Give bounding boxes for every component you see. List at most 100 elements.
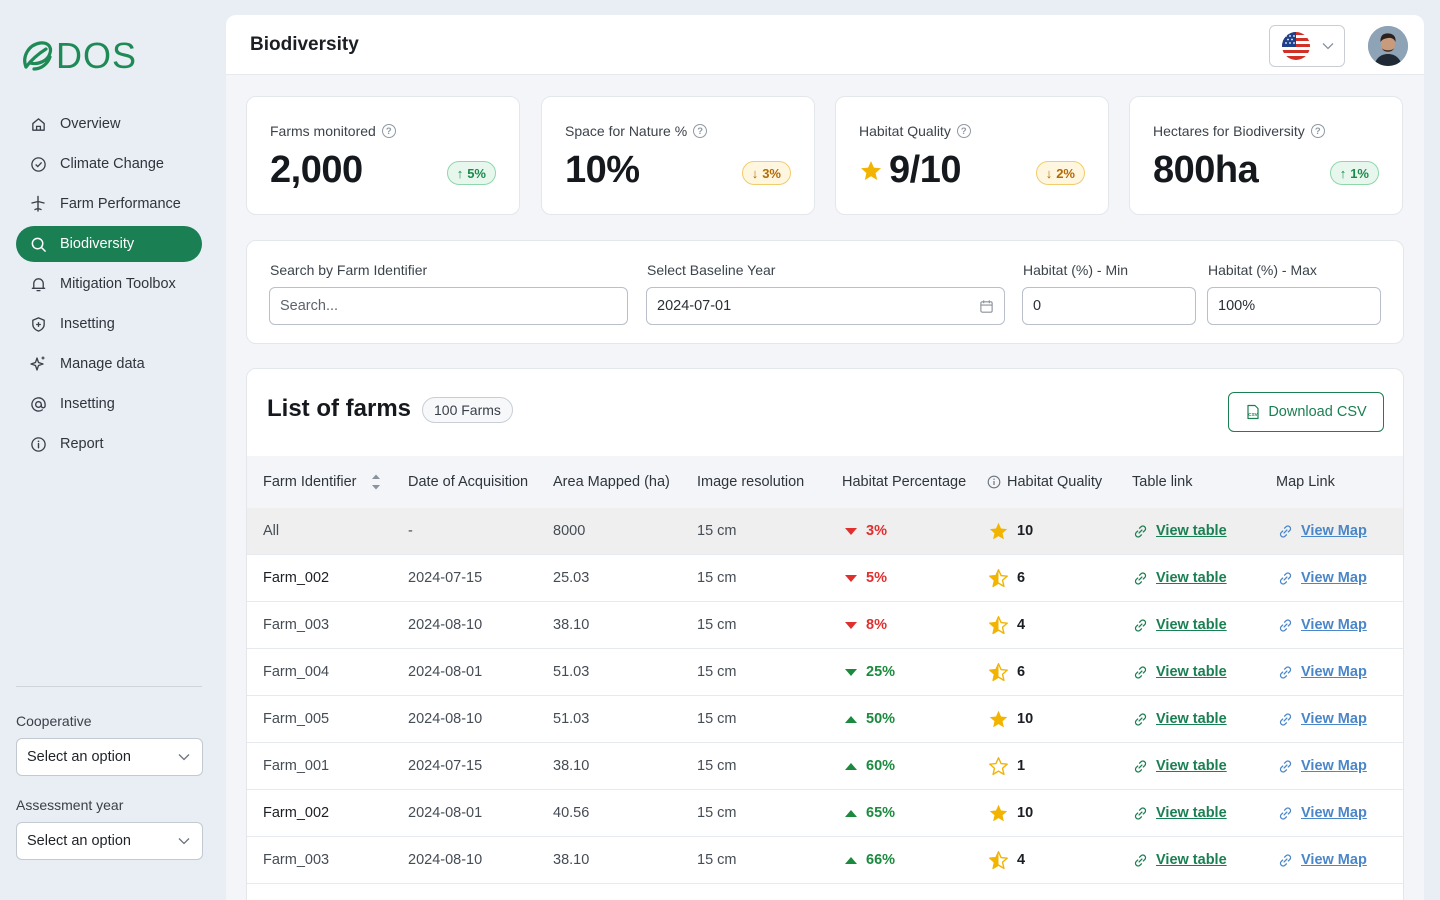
cell-date: - bbox=[408, 523, 413, 539]
kpi-label: Hectares for Biodiversity? bbox=[1153, 123, 1325, 139]
view-map-label: View Map bbox=[1301, 852, 1367, 868]
view-map-link[interactable]: View Map bbox=[1278, 570, 1367, 586]
cell-farm-id: Farm_004 bbox=[263, 664, 330, 680]
view-table-link[interactable]: View table bbox=[1133, 852, 1227, 868]
assessment-year-label: Assessment year bbox=[16, 797, 124, 813]
view-map-link[interactable]: View Map bbox=[1278, 617, 1367, 633]
cell-date: 2024-07-15 bbox=[408, 758, 483, 774]
kpi-label-text: Farms monitored bbox=[270, 123, 376, 139]
help-icon[interactable]: ? bbox=[956, 124, 971, 138]
cell-date: 2024-07-15 bbox=[408, 570, 483, 586]
main-panel: Biodiversity Farms monitored ? 2,000 ↑ 5… bbox=[226, 15, 1424, 900]
kpi-label-text: Space for Nature % bbox=[565, 123, 688, 139]
help-icon[interactable]: ? bbox=[381, 124, 396, 138]
user-avatar[interactable] bbox=[1368, 26, 1408, 66]
habitat-max-input[interactable]: 100% bbox=[1207, 287, 1381, 325]
table-header: Farm Identifier Date of Acquisition Area… bbox=[247, 456, 1403, 508]
cell-resolution: 15 cm bbox=[697, 805, 737, 821]
triangle-down-icon bbox=[845, 575, 857, 582]
view-table-link[interactable]: View table bbox=[1133, 664, 1227, 680]
link-icon bbox=[1279, 759, 1292, 773]
chevron-down-icon bbox=[1322, 43, 1334, 50]
cell-area: 8000 bbox=[553, 523, 586, 539]
sidebar-item-label: Insetting bbox=[60, 396, 115, 412]
language-selector[interactable] bbox=[1269, 25, 1345, 67]
habitat-min-value: 0 bbox=[1033, 298, 1042, 314]
baseline-year-field[interactable]: 2024-07-01 bbox=[646, 287, 1005, 325]
search-input[interactable]: Search... bbox=[269, 287, 628, 325]
cell-resolution: 15 cm bbox=[697, 852, 737, 868]
sidebar-item-report[interactable]: Report bbox=[16, 426, 202, 462]
view-table-link[interactable]: View table bbox=[1133, 805, 1227, 821]
sidebar-item-insetting[interactable]: Insetting bbox=[16, 306, 202, 342]
star-full-icon bbox=[989, 522, 1008, 539]
table-row: All - 8000 15 cm 3% 10 View table View Map bbox=[247, 508, 1403, 555]
sidebar-item-manage-data[interactable]: Manage data bbox=[16, 346, 202, 382]
sidebar-item-insetting-2[interactable]: Insetting bbox=[16, 386, 202, 422]
logo[interactable]: DOS bbox=[20, 38, 137, 74]
habitat-min-input[interactable]: 0 bbox=[1022, 287, 1196, 325]
cell-area: 38.10 bbox=[553, 617, 590, 633]
view-table-link[interactable]: View table bbox=[1133, 617, 1227, 633]
view-map-link[interactable]: View Map bbox=[1278, 805, 1367, 821]
csv-file-icon: CSV bbox=[1247, 404, 1259, 420]
sidebar-item-farm-performance[interactable]: Farm Performance bbox=[16, 186, 202, 222]
kpi-card-farms-monitored: Farms monitored? 2,000 ↑ 5% bbox=[246, 96, 520, 215]
habitat-percentage-value: 66% bbox=[866, 852, 896, 868]
kpi-value: 9/10 bbox=[859, 149, 961, 192]
cell-date: 2024-08-01 bbox=[408, 805, 483, 821]
plane-icon bbox=[29, 195, 47, 213]
kpi-change-badge: ↓ 2% bbox=[1035, 161, 1085, 185]
habitat-percentage-value: 8% bbox=[866, 617, 887, 633]
view-map-link[interactable]: View Map bbox=[1278, 852, 1367, 868]
cell-date: 2024-08-10 bbox=[408, 711, 483, 727]
page-title: Biodiversity bbox=[250, 33, 359, 55]
column-header-label: Area Mapped (ha) bbox=[553, 474, 670, 490]
view-map-link[interactable]: View Map bbox=[1278, 664, 1367, 680]
cell-farm-id: Farm_002 bbox=[263, 570, 330, 586]
view-table-label: View table bbox=[1156, 664, 1227, 680]
help-icon[interactable]: ? bbox=[1310, 124, 1325, 138]
sidebar-item-mitigation-toolbox[interactable]: Mitigation Toolbox bbox=[16, 266, 202, 302]
column-header-label: Habitat Percentage bbox=[842, 474, 967, 490]
kpi-change-value: 5% bbox=[467, 165, 486, 181]
cell-habitat-quality: 1 bbox=[988, 756, 1025, 777]
cell-habitat-percentage: 60% bbox=[844, 758, 895, 774]
sidebar-item-climate-change[interactable]: Climate Change bbox=[16, 146, 202, 182]
view-map-label: View Map bbox=[1301, 664, 1367, 680]
view-table-link[interactable]: View table bbox=[1133, 523, 1227, 539]
link-icon bbox=[1134, 853, 1147, 867]
column-header-farm-identifier[interactable]: Farm Identifier bbox=[263, 471, 382, 493]
arrow-down-icon: ↓ bbox=[1045, 165, 1053, 181]
cooperative-select-value: Select an option bbox=[27, 749, 131, 765]
cell-resolution: 15 cm bbox=[697, 523, 737, 539]
link-icon bbox=[1134, 806, 1147, 820]
assessment-year-select[interactable]: Select an option bbox=[16, 822, 203, 860]
link-icon bbox=[1279, 806, 1292, 820]
info-icon[interactable] bbox=[987, 475, 1001, 489]
view-table-link[interactable]: View table bbox=[1133, 758, 1227, 774]
download-csv-button[interactable]: CSV Download CSV bbox=[1228, 392, 1384, 432]
sidebar-item-label: Biodiversity bbox=[60, 236, 135, 252]
shield-plus-icon bbox=[29, 315, 47, 333]
view-table-link[interactable]: View table bbox=[1133, 570, 1227, 586]
view-map-link[interactable]: View Map bbox=[1278, 523, 1367, 539]
sidebar-item-overview[interactable]: Overview bbox=[16, 106, 202, 142]
table-row: Farm_003 2024-08-10 38.10 15 cm 66% 4 View tab… bbox=[247, 837, 1403, 884]
search-placeholder: Search... bbox=[280, 298, 339, 314]
sidebar-item-biodiversity[interactable]: Biodiversity bbox=[16, 226, 202, 262]
habitat-min-label: Habitat (%) - Min bbox=[1023, 262, 1129, 278]
habitat-percentage-value: 5% bbox=[866, 570, 887, 586]
view-map-link[interactable]: View Map bbox=[1278, 758, 1367, 774]
link-icon bbox=[1279, 665, 1292, 679]
habitat-percentage-value: 3% bbox=[866, 523, 887, 539]
cooperative-select[interactable]: Select an option bbox=[16, 738, 203, 776]
habitat-quality-value: 4 bbox=[1017, 852, 1026, 868]
cell-habitat-quality: 10 bbox=[988, 521, 1033, 542]
view-table-link[interactable]: View table bbox=[1133, 711, 1227, 727]
help-icon[interactable]: ? bbox=[693, 124, 708, 138]
view-map-link[interactable]: View Map bbox=[1278, 711, 1367, 727]
search-icon bbox=[29, 235, 47, 253]
kpi-label-text: Hectares for Biodiversity bbox=[1153, 123, 1305, 139]
at-sign-icon bbox=[29, 395, 47, 413]
